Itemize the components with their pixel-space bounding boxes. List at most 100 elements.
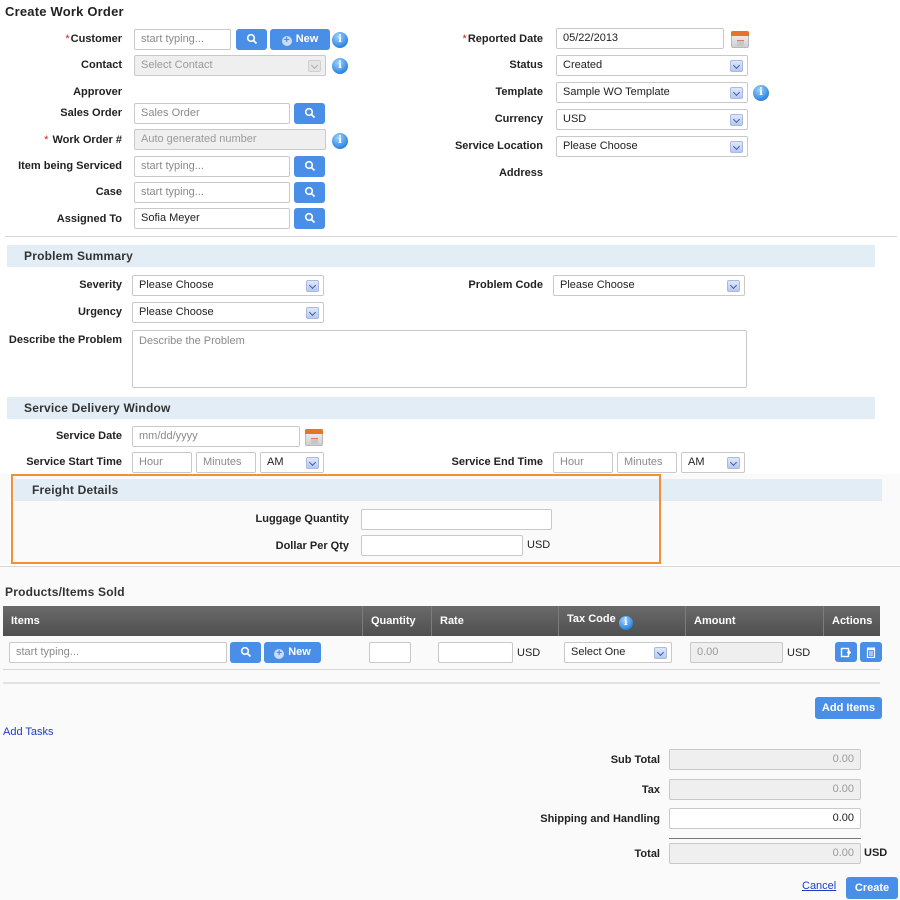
add-items-button[interactable]: Add Items xyxy=(815,697,882,719)
info-icon[interactable]: i xyxy=(753,85,769,101)
item-serviced-input[interactable]: start typing... xyxy=(134,156,290,177)
reported-date-label-text: Reported Date xyxy=(467,33,543,45)
page-title: Create Work Order xyxy=(5,4,124,19)
sales-order-input[interactable]: Sales Order xyxy=(134,103,290,124)
service-start-time-label: Service Start Time xyxy=(26,456,122,468)
chevron-down-icon xyxy=(306,280,319,292)
sub-total-label: Sub Total xyxy=(610,754,660,766)
problem-code-label: Problem Code xyxy=(468,279,543,291)
service-end-time-label: Service End Time xyxy=(451,456,543,468)
service-delivery-header: Service Delivery Window xyxy=(7,397,875,419)
amount-input: 0.00 xyxy=(690,642,783,663)
assigned-to-search-button[interactable] xyxy=(294,208,325,229)
delete-row-button[interactable] xyxy=(860,642,882,662)
customer-input[interactable]: start typing... xyxy=(134,29,231,50)
search-icon xyxy=(304,212,315,224)
service-date-input[interactable]: mm/dd/yyyy xyxy=(132,426,300,447)
shipping-input[interactable]: 0.00 xyxy=(669,808,861,829)
rate-unit: USD xyxy=(517,647,541,659)
problem-code-select[interactable]: Please Choose xyxy=(553,275,745,296)
item-serviced-search-button[interactable] xyxy=(294,156,325,177)
required-marker: * xyxy=(462,33,467,45)
assigned-to-input[interactable]: Sofia Meyer xyxy=(134,208,290,229)
customer-search-button[interactable] xyxy=(236,29,267,50)
end-ampm-select[interactable]: AM xyxy=(681,452,745,473)
products-table-header: Items Quantity Rate Tax Code i Amount Ac… xyxy=(3,606,880,636)
info-icon[interactable]: i xyxy=(332,58,348,74)
divider xyxy=(5,236,897,237)
tax-code-header-text: Tax Code xyxy=(567,613,616,625)
currency-select[interactable]: USD xyxy=(556,109,748,130)
column-header-amount: Amount xyxy=(685,606,823,636)
status-value: Created xyxy=(563,59,603,71)
info-icon[interactable]: i xyxy=(332,133,348,149)
service-location-select[interactable]: Please Choose xyxy=(556,136,748,157)
case-input[interactable]: start typing... xyxy=(134,182,290,203)
item-input[interactable]: start typing... xyxy=(9,642,227,663)
column-header-quantity: Quantity xyxy=(362,606,431,636)
info-icon[interactable]: i xyxy=(618,616,633,630)
work-order-label: * Work Order # xyxy=(0,133,122,147)
tax-value: 0.00 xyxy=(669,779,861,800)
search-icon xyxy=(304,107,315,119)
rate-input[interactable] xyxy=(438,642,513,663)
urgency-select[interactable]: Please Choose xyxy=(132,302,324,323)
column-header-items: Items xyxy=(11,615,40,627)
status-select[interactable]: Created xyxy=(556,55,748,76)
start-hour-input[interactable]: Hour xyxy=(132,452,192,473)
chevron-down-icon xyxy=(727,280,740,292)
total-label: Total xyxy=(634,848,660,860)
customer-label-text: Customer xyxy=(70,33,122,45)
template-label: Template xyxy=(495,86,543,98)
item-new-button[interactable]: + New xyxy=(264,642,321,663)
reported-date-label: *Reported Date xyxy=(440,32,543,46)
new-label: New xyxy=(288,646,311,658)
plus-circle-icon: + xyxy=(281,36,292,46)
quantity-input[interactable] xyxy=(369,642,411,663)
search-icon xyxy=(246,33,257,45)
case-search-button[interactable] xyxy=(294,182,325,203)
work-order-label-text: Work Order # xyxy=(52,134,123,146)
describe-problem-textarea[interactable]: Describe the Problem xyxy=(132,330,747,388)
end-hour-input[interactable]: Hour xyxy=(553,452,613,473)
total-rule xyxy=(669,838,861,839)
template-select[interactable]: Sample WO Template xyxy=(556,82,748,103)
end-minutes-input[interactable]: Minutes xyxy=(617,452,677,473)
case-label: Case xyxy=(95,186,122,198)
column-header-actions: Actions xyxy=(823,606,880,636)
row-divider xyxy=(3,669,880,670)
describe-problem-label: Describe the Problem xyxy=(8,334,122,346)
calendar-icon[interactable] xyxy=(305,429,323,446)
create-button[interactable]: Create xyxy=(846,877,898,899)
customer-label: *Customer xyxy=(0,32,122,46)
tax-code-select[interactable]: Select One xyxy=(564,642,672,663)
contact-select[interactable]: Select Contact xyxy=(134,55,326,76)
customer-new-button[interactable]: + New xyxy=(270,29,330,50)
column-header-rate: Rate xyxy=(431,606,558,636)
end-ampm-value: AM xyxy=(688,456,705,468)
severity-label: Severity xyxy=(79,279,122,291)
work-order-number-input[interactable]: Auto generated number xyxy=(134,129,326,150)
contact-label: Contact xyxy=(81,59,122,71)
required-marker: * xyxy=(65,33,70,45)
chevron-down-icon xyxy=(654,647,667,659)
reported-date-input[interactable]: 05/22/2013 xyxy=(556,28,724,49)
chevron-down-icon xyxy=(727,457,740,469)
currency-value: USD xyxy=(563,113,587,125)
sales-order-search-button[interactable] xyxy=(294,103,325,124)
add-tasks-link[interactable]: Add Tasks xyxy=(3,726,54,738)
start-ampm-select[interactable]: AM xyxy=(260,452,324,473)
chevron-down-icon xyxy=(730,87,743,99)
item-search-button[interactable] xyxy=(230,642,261,663)
calendar-icon[interactable] xyxy=(731,31,749,48)
start-minutes-input[interactable]: Minutes xyxy=(196,452,256,473)
cancel-link[interactable]: Cancel xyxy=(802,880,836,892)
products-title: Products/Items Sold xyxy=(5,585,125,599)
chevron-down-icon xyxy=(730,114,743,126)
template-value: Sample WO Template xyxy=(563,86,670,98)
duplicate-row-button[interactable] xyxy=(835,642,857,662)
info-icon[interactable]: i xyxy=(332,32,348,48)
sales-order-label: Sales Order xyxy=(60,107,122,119)
severity-select[interactable]: Please Choose xyxy=(132,275,324,296)
assigned-to-label: Assigned To xyxy=(56,213,122,225)
